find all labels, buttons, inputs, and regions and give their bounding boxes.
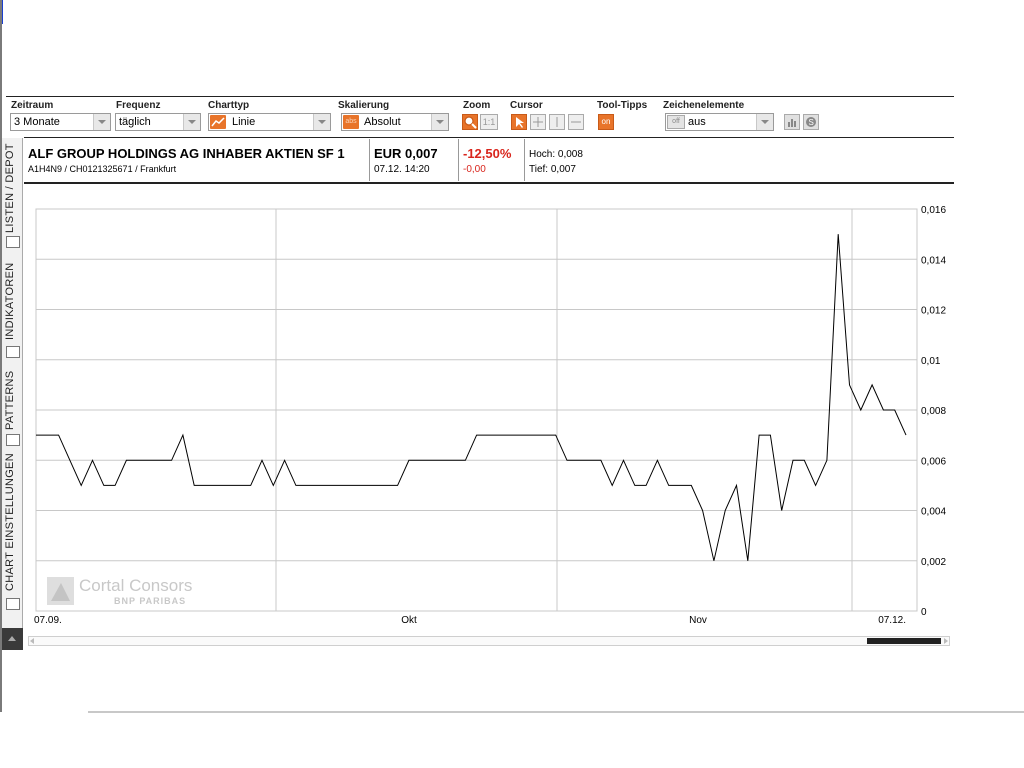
y-tick-label: 0,016 [921, 205, 946, 216]
scrollbar-thumb[interactable] [867, 638, 941, 644]
y-tick-label: 0,012 [921, 306, 946, 317]
y-tick-label: 0,006 [921, 456, 946, 467]
x-tick-label: Okt [401, 615, 417, 626]
scroll-left-icon[interactable] [30, 638, 34, 644]
y-tick-label: 0 [921, 607, 927, 618]
x-tick-label: 07.12. [878, 615, 906, 626]
x-tick-label: Nov [689, 615, 707, 626]
chart-scrollbar[interactable] [28, 636, 950, 646]
x-tick-label: 07.09. [34, 615, 62, 626]
y-tick-label: 0,014 [921, 255, 946, 266]
price-series-line [36, 234, 907, 561]
y-tick-label: 0,01 [921, 356, 941, 367]
scroll-right-icon[interactable] [944, 638, 948, 644]
y-tick-label: 0,008 [921, 406, 946, 417]
y-tick-label: 0,002 [921, 557, 946, 568]
y-tick-label: 0,004 [921, 507, 946, 518]
price-chart[interactable]: 0 0,002 0,004 0,006 0,008 0,01 0,012 0,014 0,016… [0, 0, 1024, 768]
